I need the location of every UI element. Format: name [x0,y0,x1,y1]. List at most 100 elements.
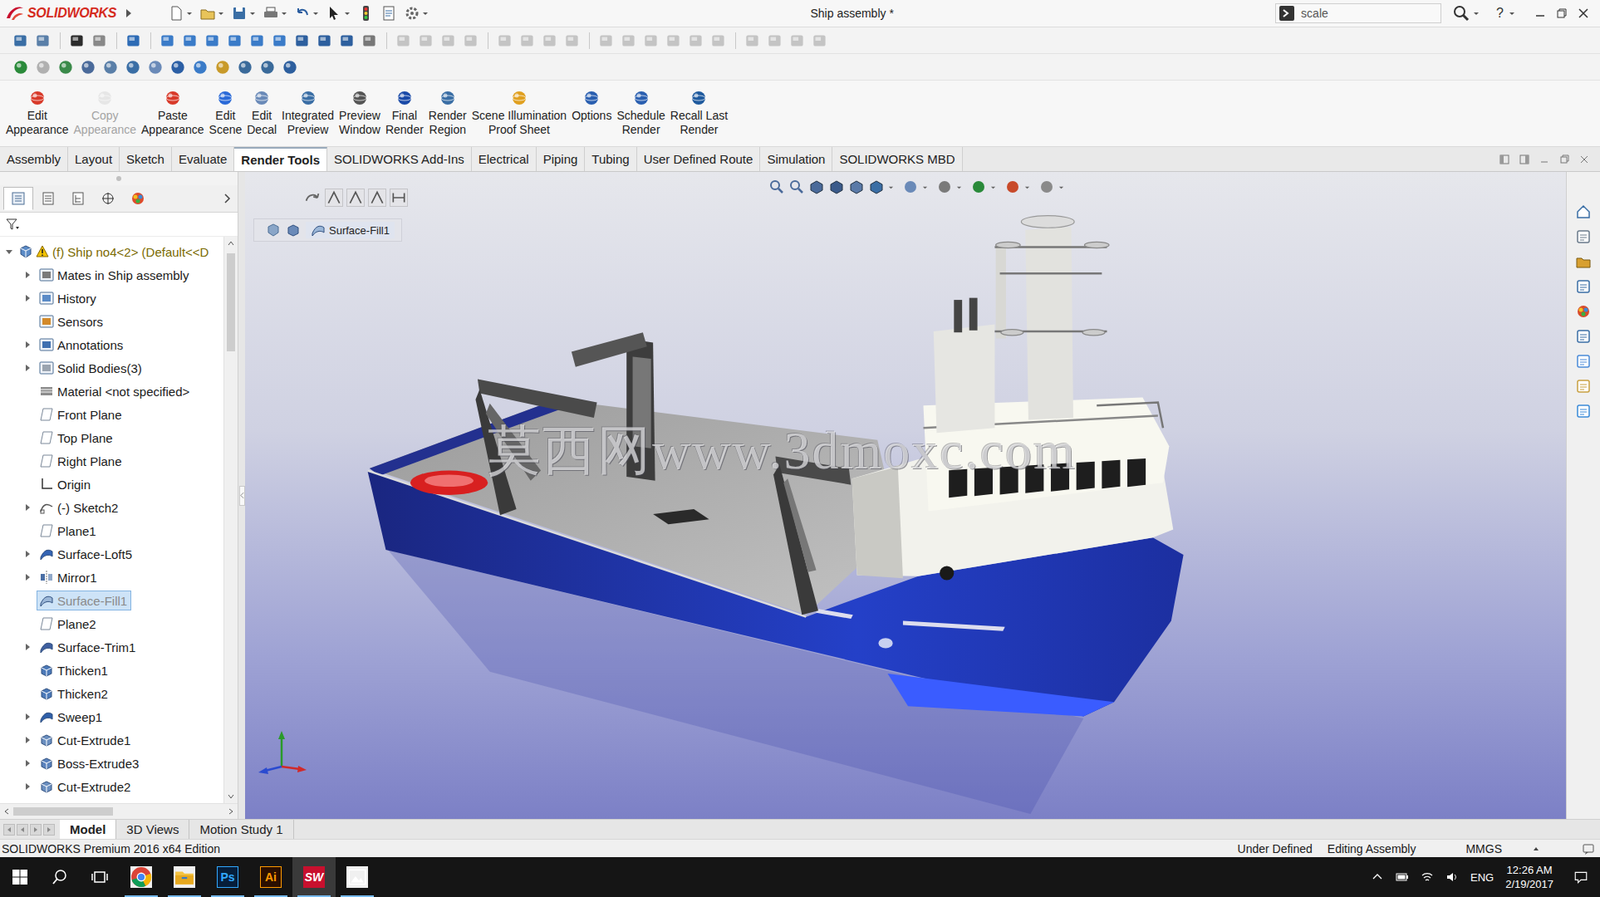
expander[interactable] [21,757,34,770]
command-button[interactable]: EditScene [206,87,246,138]
toolbar-tool-icon[interactable] [518,31,537,50]
toolbar-tool-icon[interactable] [248,31,267,50]
toolbar-tool-icon[interactable] [90,31,109,50]
status-field[interactable]: Under Defined [1237,842,1313,856]
expander[interactable] [3,245,15,258]
toolbar-tool-icon[interactable] [213,58,232,77]
task-pane-icon[interactable] [1575,253,1592,270]
toolbar-tool-icon[interactable] [765,31,785,50]
task-pane-icon[interactable] [1575,353,1592,370]
tree-item-content[interactable]: Thicken2 [36,683,113,704]
toolbar-tool-icon[interactable] [191,58,210,77]
sketch-tool-icon[interactable] [389,188,408,207]
expander[interactable] [21,478,34,491]
taskbar-app[interactable] [119,857,163,897]
taskbar-app[interactable]: SW [292,857,336,897]
command-tab[interactable]: Assembly [0,147,69,172]
toolbar-tool-icon[interactable] [11,31,30,50]
toolbar-tool-icon[interactable] [439,31,458,50]
dropdown-arrow-icon[interactable] [956,184,962,191]
toolbar-tool-icon[interactable] [664,31,683,50]
command-button[interactable]: EditAppearance [3,87,72,138]
manager-tab[interactable] [122,186,153,211]
taskbar-app[interactable]: Ai [249,857,293,897]
toolbar-tool-icon[interactable] [788,31,807,50]
solidworks-logo[interactable]: SOLIDWORKS [4,4,120,22]
action-center-icon[interactable] [1573,869,1589,885]
tree-item[interactable]: Mates in Ship assembly [0,263,224,287]
volume-icon[interactable] [1445,870,1459,884]
horizontal-scrollbar[interactable] [0,803,238,820]
tree-item-content[interactable]: Surface-Fill1 [36,590,132,611]
tree-item-content[interactable]: Cut-Extrude1 [36,730,135,751]
dropdown-arrow-icon[interactable] [990,184,997,191]
magnifier-icon[interactable] [1452,4,1470,22]
tree-item-content[interactable]: Annotations [36,334,128,355]
toolbar-tool-icon[interactable] [34,58,53,77]
sketch-tool-icon[interactable] [368,188,387,207]
start-button[interactable] [0,857,40,897]
doc-restore-icon[interactable] [1558,153,1571,166]
expander[interactable] [21,385,34,398]
tooltip-toggle-icon[interactable] [1581,842,1596,856]
manager-tab[interactable] [63,186,94,211]
tree-item-content[interactable]: Surface-Trim1 [36,637,140,658]
scroll-down-icon[interactable] [226,792,236,801]
minimize-icon[interactable] [1533,6,1547,20]
expander[interactable] [21,269,34,281]
expander[interactable] [21,362,34,374]
print-icon[interactable] [262,4,280,22]
dropdown-arrow-icon[interactable] [217,9,225,17]
search-box[interactable]: scale [1275,3,1442,24]
toolbar-tool-icon[interactable] [394,31,413,50]
dropdown-arrow-icon[interactable] [922,184,928,191]
expander[interactable] [21,408,34,421]
expander[interactable] [21,618,34,630]
new-document-icon[interactable] [167,4,185,22]
tree-item-content[interactable]: Front Plane [36,404,127,425]
toolbar-tool-icon[interactable] [123,58,143,77]
expander[interactable] [21,571,34,584]
tab-nav-arrow-icon[interactable] [3,824,15,836]
view-tool-icon[interactable] [1038,178,1056,196]
dropdown-arrow-icon[interactable] [249,9,256,17]
wifi-icon[interactable] [1420,870,1434,884]
view-tool-icon[interactable] [1004,178,1021,196]
tree-item[interactable]: Cut-Extrude1 [0,728,224,752]
command-tab[interactable]: Tubing [584,147,637,172]
tree-item[interactable]: Sweep1 [0,705,224,729]
toolbar-tool-icon[interactable] [270,31,290,50]
command-tab[interactable]: Piping [536,147,586,172]
tree-item-content[interactable]: Origin [36,474,95,495]
doc-minimize-icon[interactable] [1538,153,1551,166]
tab-nav-arrow-icon[interactable] [43,824,55,836]
toolbar-tool-icon[interactable] [56,58,75,77]
manager-tab[interactable] [33,186,64,211]
view-tool-icon[interactable] [868,178,885,196]
toolbar-tool-icon[interactable] [687,31,706,50]
model-tab[interactable]: 3D Views [116,819,190,840]
scroll-left-icon[interactable] [2,807,11,816]
expander[interactable] [21,664,34,677]
taskbar-app[interactable]: Ps [206,857,250,897]
task-pane-icon[interactable] [1575,402,1592,420]
command-tab[interactable]: Evaluate [171,147,235,172]
doc-close-icon[interactable] [1578,153,1591,166]
task-pane-icon[interactable] [1575,303,1592,320]
tree-item-content[interactable]: Sweep1 [36,706,107,727]
tree-item-content[interactable]: Sensors [36,311,108,332]
deck-crane[interactable] [773,456,851,615]
command-tab[interactable]: Sketch [119,147,172,172]
toolbar-tool-icon[interactable] [101,58,120,77]
tree-item-content[interactable]: Plane2 [36,613,101,634]
toolbar-tool-icon[interactable] [597,31,616,50]
scroll-up-icon[interactable] [226,239,236,248]
model-tab[interactable]: Motion Study 1 [189,819,294,840]
view-tool-icon[interactable] [768,178,786,196]
input-language[interactable]: ENG [1470,871,1494,884]
search-dropdown-icon[interactable] [1472,9,1480,17]
command-search-icon[interactable] [1279,5,1295,21]
task-pane-icon[interactable] [1575,328,1592,345]
clock[interactable]: 12:26 AM2/19/2017 [1505,863,1554,892]
command-button[interactable]: EditDecal [244,87,280,138]
